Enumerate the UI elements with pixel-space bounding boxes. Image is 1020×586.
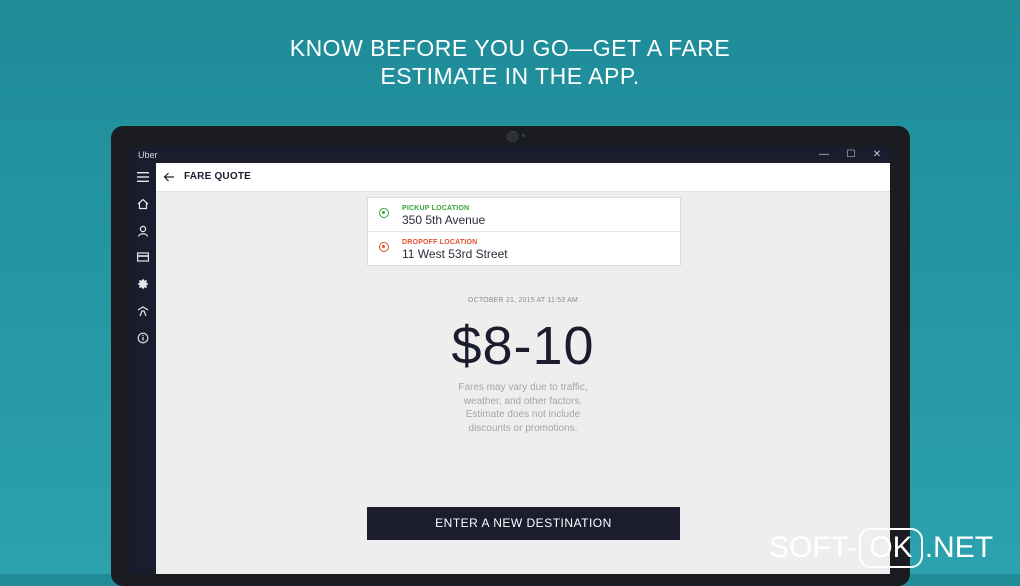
drive-icon[interactable]: [135, 303, 151, 319]
window-titlebar: Uber — ☐ ✕: [130, 147, 890, 163]
disclaimer-line: Fares may vary due to traffic,: [458, 382, 588, 393]
watermark-part-3: .NET: [924, 531, 994, 564]
fare-disclaimer: Fares may vary due to traffic, weather, …: [427, 381, 619, 435]
camera-sensor: [522, 134, 525, 137]
dropoff-label: DROPOFF LOCATION: [402, 239, 478, 246]
app-window: Uber — ☐ ✕ FARE QUOTE PICKUP LOCATION 35…: [130, 147, 890, 574]
marketing-headline: KNOW BEFORE YOU GO—GET A FARE ESTIMATE I…: [0, 34, 1020, 90]
window-title: Uber: [138, 150, 158, 160]
camera-icon: [507, 131, 518, 142]
close-button[interactable]: ✕: [864, 147, 890, 163]
enter-new-destination-button[interactable]: ENTER A NEW DESTINATION: [367, 507, 680, 540]
disclaimer-line: Estimate does not include: [465, 409, 581, 420]
quote-timestamp: OCTOBER 21, 2015 AT 11:53 AM: [467, 297, 579, 304]
fare-estimate: $8-10: [451, 316, 595, 376]
pickup-marker-icon: [379, 208, 389, 218]
dropoff-location-row[interactable]: DROPOFF LOCATION 11 West 53rd Street: [368, 232, 680, 265]
headline-line-1: KNOW BEFORE YOU GO—GET A FARE: [289, 35, 731, 61]
payment-card-icon[interactable]: [135, 249, 151, 265]
home-icon[interactable]: [135, 196, 151, 212]
hamburger-menu-icon[interactable]: [135, 169, 151, 185]
disclaimer-line: weather, and other factors.: [463, 395, 583, 407]
maximize-button[interactable]: ☐: [838, 147, 864, 163]
minimize-button[interactable]: —: [811, 147, 837, 163]
disclaimer-line: discounts or promotions.: [468, 422, 578, 434]
dropoff-address: 11 West 53rd Street: [402, 247, 508, 261]
pickup-label: PICKUP LOCATION: [402, 205, 470, 212]
watermark-part-2: OK: [859, 528, 923, 568]
page-title: FARE QUOTE: [184, 171, 252, 182]
location-card: PICKUP LOCATION 350 5th Avenue DROPOFF L…: [367, 197, 681, 266]
headline-line-2: ESTIMATE IN THE APP.: [380, 63, 640, 89]
pickup-location-row[interactable]: PICKUP LOCATION 350 5th Avenue: [368, 198, 680, 232]
back-arrow-icon[interactable]: [162, 170, 176, 184]
promotions-icon[interactable]: [135, 276, 151, 292]
watermark-part-1: SOFT-: [769, 531, 858, 564]
navigation-sidebar: [130, 163, 156, 574]
info-icon[interactable]: [135, 330, 151, 346]
app-header: FARE QUOTE: [156, 163, 890, 192]
person-icon[interactable]: [135, 223, 151, 239]
pickup-address: 350 5th Avenue: [402, 213, 486, 227]
watermark: SOFT- OK .NET: [769, 528, 993, 568]
dropoff-marker-icon: [379, 242, 389, 252]
